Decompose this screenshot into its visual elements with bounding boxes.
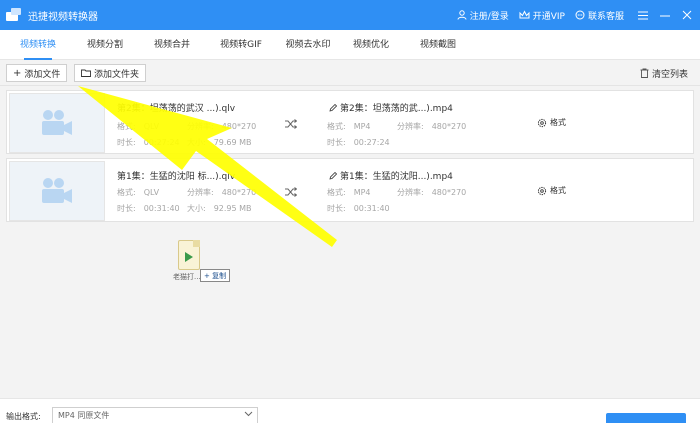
tab-video-merge[interactable]: 视频合并: [146, 30, 198, 60]
source-file-name: 第2集：坦荡荡的武汉 ...).qlv: [117, 104, 236, 114]
close-icon: [682, 10, 692, 20]
format-settings-button[interactable]: 格式: [537, 185, 566, 196]
target-resolution: 分辨率: 480*270: [397, 122, 467, 131]
menu-icon: [638, 11, 648, 19]
target-resolution: 分辨率: 480*270: [397, 188, 467, 197]
target-format: 格式: MP4: [327, 188, 371, 197]
source-format: 格式: QLV: [117, 188, 160, 197]
output-format-label: 输出格式:: [6, 412, 41, 421]
convert-arrow-icon: [285, 119, 297, 129]
app-logo-icon: [6, 8, 22, 22]
target-format: 格式: MP4: [327, 122, 371, 131]
add-file-label: 添加文件: [24, 69, 61, 80]
source-duration: 时长: 00:27:24: [117, 138, 180, 147]
video-thumbnail: [9, 161, 105, 221]
source-resolution: 分辨率: 480*270: [187, 122, 257, 131]
source-file-name: 第1集：生猛的沈阳 标...).qlv: [117, 172, 236, 182]
tab-video-to-gif[interactable]: 视频转GIF: [210, 30, 272, 60]
support-link[interactable]: 联系客服: [575, 9, 624, 22]
vip-label: 开通VIP: [532, 11, 565, 22]
output-format-select[interactable]: MP4 同原文件: [52, 407, 258, 423]
file-list: 第2集：坦荡荡的武汉 ...).qlv 格式: QLV 分辨率: 480*270 时…: [0, 86, 700, 398]
chat-icon: [575, 10, 585, 20]
clear-list-label: 清空列表: [652, 69, 689, 80]
target-file-name[interactable]: 第1集：生猛的沈阳...).mp4: [329, 169, 453, 182]
gear-icon: [537, 186, 547, 195]
footer-bar: 输出格式: MP4 同原文件: [0, 398, 700, 423]
add-folder-button[interactable]: 添加文件夹: [74, 64, 147, 82]
menu-button[interactable]: [634, 6, 652, 24]
add-folder-label: 添加文件夹: [94, 69, 140, 80]
file-item[interactable]: 第2集：坦荡荡的武汉 ...).qlv 格式: QLV 分辨率: 480*270 时…: [6, 90, 694, 154]
support-label: 联系客服: [587, 11, 624, 22]
title-bar: 迅捷视频转换器 注册/登录 开通VIP 联系客服: [0, 0, 700, 30]
edit-pencil-icon: [329, 171, 337, 180]
target-duration: 时长: 00:27:24: [327, 138, 390, 147]
trash-icon: [640, 68, 649, 78]
convert-arrow-icon: [285, 187, 297, 197]
start-convert-button[interactable]: [606, 413, 686, 423]
source-size: 大小: 79.69 MB: [187, 138, 252, 147]
toolbar: + 添加文件 添加文件夹 清空列表: [0, 60, 700, 86]
target-file-name[interactable]: 第2集：坦荡荡的武...).mp4: [329, 101, 453, 114]
tab-video-convert[interactable]: 视频转换: [12, 30, 64, 60]
gear-icon: [537, 118, 547, 127]
file-item[interactable]: 第1集：生猛的沈阳 标...).qlv 格式: QLV 分辨率: 480*270 时…: [6, 158, 694, 222]
tab-video-split[interactable]: 视频分割: [79, 30, 131, 60]
add-file-button[interactable]: + 添加文件: [6, 64, 68, 82]
format-settings-button[interactable]: 格式: [537, 117, 566, 128]
copy-tooltip: + 复制: [200, 269, 231, 282]
login-label: 注册/登录: [469, 11, 509, 22]
dragged-file-icon[interactable]: [178, 240, 200, 270]
plus-icon: +: [13, 67, 22, 79]
minimize-button[interactable]: [656, 6, 674, 24]
login-link[interactable]: 注册/登录: [457, 9, 509, 22]
source-duration: 时长: 00:31:40: [117, 204, 180, 213]
video-thumbnail: [9, 93, 105, 153]
clear-list-button[interactable]: 清空列表: [636, 64, 692, 82]
source-resolution: 分辨率: 480*270: [187, 188, 257, 197]
tab-video-optimize[interactable]: 视频优化: [345, 30, 397, 60]
tab-video-screenshot[interactable]: 视频截图: [412, 30, 464, 60]
tab-remove-watermark[interactable]: 视频去水印: [278, 30, 338, 60]
user-icon: [457, 10, 467, 20]
video-camera-icon: [42, 110, 72, 135]
minimize-icon: [660, 15, 670, 16]
close-button[interactable]: [678, 6, 696, 24]
target-duration: 时长: 00:31:40: [327, 204, 390, 213]
dragged-file-label: 老猫打...: [173, 272, 201, 282]
tab-bar: 视频转换 视频分割 视频合并 视频转GIF 视频去水印 视频优化 视频截图: [0, 30, 700, 60]
video-camera-icon: [42, 178, 72, 203]
source-format: 格式: QLV: [117, 122, 160, 131]
edit-pencil-icon: [329, 103, 337, 112]
app-title: 迅捷视频转换器: [28, 11, 98, 23]
crown-icon: [519, 10, 530, 19]
chevron-down-icon: [244, 411, 253, 417]
folder-icon: [81, 69, 91, 77]
vip-link[interactable]: 开通VIP: [519, 9, 565, 22]
source-size: 大小: 92.95 MB: [187, 204, 252, 213]
